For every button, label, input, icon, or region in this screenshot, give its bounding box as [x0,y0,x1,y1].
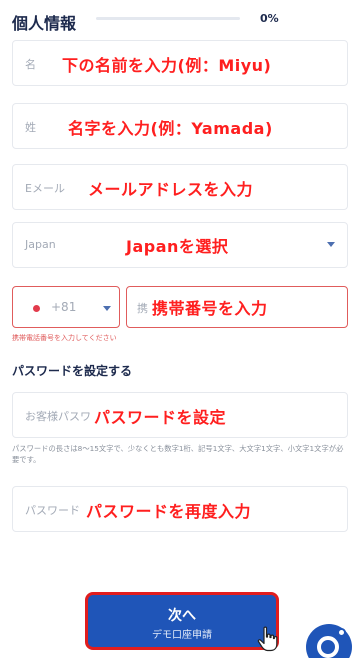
phone-placeholder: 携 [137,302,148,315]
hand-pointer-icon [257,626,278,652]
progress-text: 0% [260,12,279,25]
password-placeholder: お客様パスワ [25,410,91,423]
last-name-callout: 名字を入力(例：Yamada) [68,119,273,138]
last-name-placeholder: 姓 [25,121,36,134]
chevron-down-icon [103,306,111,311]
password-confirm-placeholder: パスワード [25,504,80,517]
phone-code-value: +81 [51,300,77,314]
phone-error-message: 携帯電話番号を入力してください [12,334,117,342]
japan-flag-icon [33,305,40,312]
first-name-callout: 下の名前を入力(例：Miyu) [62,56,272,75]
password-callout: パスワードを設定 [94,408,227,427]
password-hint: パスワードの長さは8〜15文字で、少なくとも数字1桁、記号1文字、大文字1文字、… [12,444,344,464]
page-title: 個人情報 [12,14,77,33]
first-name-placeholder: 名 [25,58,36,71]
next-button-label: 次へ [168,608,196,624]
next-button[interactable]: 次へ デモ口座申請 [85,592,279,650]
password-confirm-callout: パスワードを再度入力 [86,502,252,521]
phone-code-select[interactable]: +81 [12,286,120,328]
country-callout: Japanを選択 [126,237,229,256]
chat-icon [317,636,339,658]
chevron-down-icon [327,242,335,247]
chat-button[interactable] [306,624,352,658]
email-callout: メールアドレスを入力 [88,180,254,199]
progress-bar [96,17,240,20]
email-placeholder: Eメール [25,182,65,195]
next-button-sublabel: デモ口座申請 [152,630,212,641]
phone-callout: 携帯番号を入力 [152,299,268,318]
password-section-title: パスワードを設定する [12,364,133,378]
notification-dot [337,628,346,637]
country-value: Japan [25,238,56,251]
